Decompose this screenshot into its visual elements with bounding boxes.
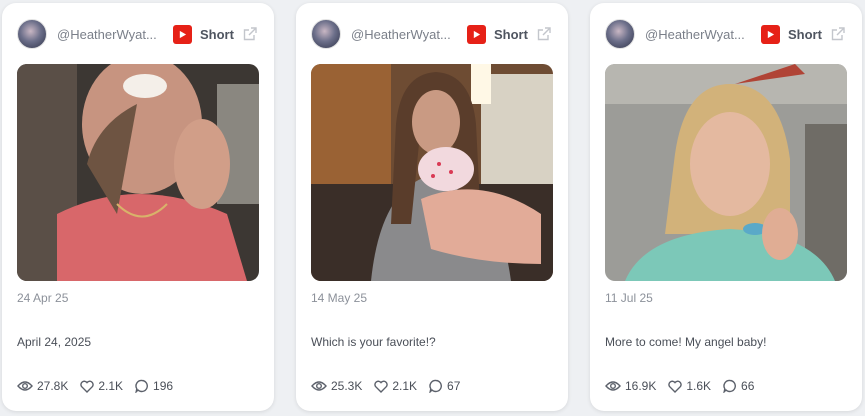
comments-count: 67 [447,379,461,393]
likes-count: 2.1K [392,379,418,393]
comments-stat: 67 [429,379,460,393]
eye-icon [17,381,33,391]
video-card[interactable]: @HeatherWyat... Short 24 Apr 25 April 24… [2,3,274,411]
video-thumbnail[interactable] [605,64,847,281]
external-link-icon[interactable] [535,25,553,43]
comment-icon [723,379,736,393]
publish-date: 24 Apr 25 [17,291,69,305]
avatar[interactable] [605,19,635,49]
likes-stat: 1.6K [668,379,711,393]
card-header: @HeatherWyat... Short [311,19,553,49]
video-card[interactable]: @HeatherWyat... Short 11 Jul 25 More to … [590,3,862,411]
external-link-icon[interactable] [241,25,259,43]
youtube-icon [467,24,486,44]
video-caption: Which is your favorite!? [311,335,436,349]
heart-icon [668,380,683,393]
external-link-icon[interactable] [829,25,847,43]
heart-icon [374,380,389,393]
comment-icon [135,379,148,393]
content-type-label: Short [788,26,822,42]
comments-count: 196 [153,379,174,393]
views-count: 16.9K [625,379,657,393]
video-caption: April 24, 2025 [17,335,92,349]
views-stat: 16.9K [605,379,656,393]
likes-stat: 2.1K [374,379,417,393]
avatar[interactable] [17,19,47,49]
creator-handle[interactable]: @HeatherWyat... [351,27,457,42]
creator-handle[interactable]: @HeatherWyat... [645,27,751,42]
avatar[interactable] [311,19,341,49]
eye-icon [605,381,621,391]
video-thumbnail[interactable] [311,64,553,281]
publish-date: 14 May 25 [311,291,368,305]
video-card[interactable]: @HeatherWyat... Short 14 May 25 Which is… [296,3,568,411]
card-header: @HeatherWyat... Short [17,19,259,49]
stats-row: 16.9K 1.6K 66 [605,379,766,393]
comments-stat: 66 [723,379,754,393]
views-stat: 27.8K [17,379,68,393]
creator-handle[interactable]: @HeatherWyat... [57,27,163,42]
likes-count: 2.1K [98,379,124,393]
youtube-icon [173,24,192,44]
video-caption: More to come! My angel baby! [605,335,767,349]
youtube-icon [761,24,780,44]
views-count: 25.3K [331,379,363,393]
eye-icon [311,381,327,391]
card-header: @HeatherWyat... Short [605,19,847,49]
comments-stat: 196 [135,379,173,393]
content-type-label: Short [494,26,528,42]
likes-count: 1.6K [686,379,712,393]
video-thumbnail[interactable] [17,64,259,281]
comments-count: 66 [741,379,755,393]
views-count: 27.8K [37,379,69,393]
publish-date: 11 Jul 25 [605,291,653,305]
heart-icon [80,380,95,393]
likes-stat: 2.1K [80,379,123,393]
views-stat: 25.3K [311,379,362,393]
stats-row: 25.3K 2.1K 67 [311,379,472,393]
content-type-label: Short [200,26,234,42]
stats-row: 27.8K 2.1K 196 [17,379,185,393]
comment-icon [429,379,442,393]
